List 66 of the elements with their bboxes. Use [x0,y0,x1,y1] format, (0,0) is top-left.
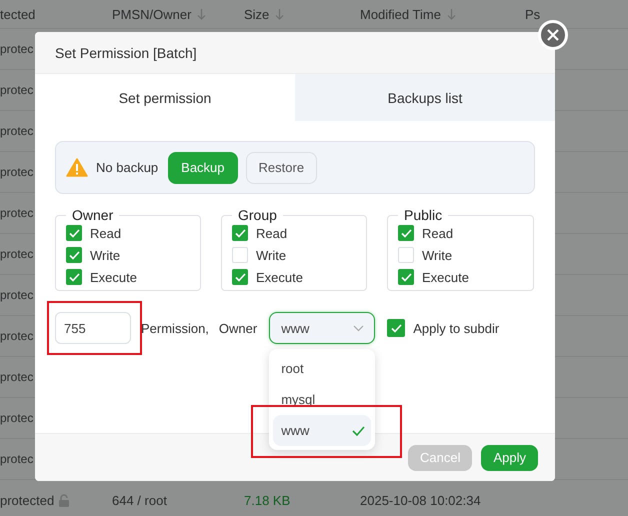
column-header[interactable]: tected [0,6,112,22]
table-cell: protec [0,42,34,56]
backup-status: No backup [96,160,158,175]
table-cell: protec [0,124,34,138]
dialog-title: Set Permission [Batch] [35,32,555,74]
checkbox-label: Write [90,248,120,262]
close-icon [547,29,559,41]
table-cell: protec [0,247,34,261]
table-cell: protec [0,411,34,425]
check-icon [68,228,80,238]
group-title: Group [237,207,278,223]
chevron-down-icon [353,324,364,332]
restore-button[interactable]: Restore [246,152,318,184]
tab[interactable]: Backups list [295,74,555,121]
checkbox-label: Write [422,248,452,262]
dropdown-option[interactable]: www [273,415,372,446]
check-icon [68,250,80,260]
check-icon [68,272,80,282]
check-icon [390,324,402,332]
owner-label: Owner [218,320,258,336]
owner-select[interactable]: www [269,312,376,344]
checkbox-label: Read [422,226,454,240]
checkbox[interactable] [398,269,414,285]
checkbox-label: Execute [422,270,469,284]
table-cell: 7.18 KB [244,492,290,508]
table-cell: protec [0,288,34,302]
table-cell: protec [0,329,34,343]
table-cell: 2025-10-08 10:02:34 [360,492,481,508]
checkbox-label: Execute [256,270,303,284]
checkbox[interactable] [398,225,414,241]
column-header[interactable]: Ps [525,6,628,22]
checkbox[interactable] [66,247,82,263]
permission-input[interactable]: 755 [55,312,131,344]
checkbox-label: Write [256,248,286,262]
check-icon [352,426,366,436]
permission-label: Permission, [141,320,209,336]
column-header[interactable]: Modified Time [360,6,525,22]
checkbox-label: Apply to subdir [413,320,500,336]
lock-icon [58,494,70,506]
group-title: Owner [71,207,114,223]
checkbox[interactable] [66,269,82,285]
checkbox-label: Read [90,226,122,240]
table-cell: protec [0,83,34,97]
table-cell: protec [0,370,34,384]
dropdown-option[interactable]: root [273,353,372,384]
close-button[interactable] [538,20,568,50]
table-cell: protec [0,206,34,220]
checkbox[interactable] [232,225,248,241]
group-title: Public [403,207,444,223]
table-cell: 644 / root [112,492,167,508]
dropdown-option[interactable]: mysql [273,384,372,415]
column-header[interactable]: Size [244,6,360,22]
table-cell: protec [0,452,34,466]
checkbox-label: Read [256,226,288,240]
table-cell: protected [0,492,54,508]
check-icon [400,228,412,238]
checkbox-label: Execute [90,270,137,284]
check-icon [400,272,412,282]
check-icon [234,272,246,282]
checkbox[interactable] [387,319,406,337]
check-icon [234,228,246,238]
warning-icon [66,158,88,177]
checkbox[interactable] [232,269,248,285]
checkbox[interactable] [66,225,82,241]
table-cell: protec [0,165,34,179]
column-header[interactable]: PMSN/Owner [112,6,244,22]
